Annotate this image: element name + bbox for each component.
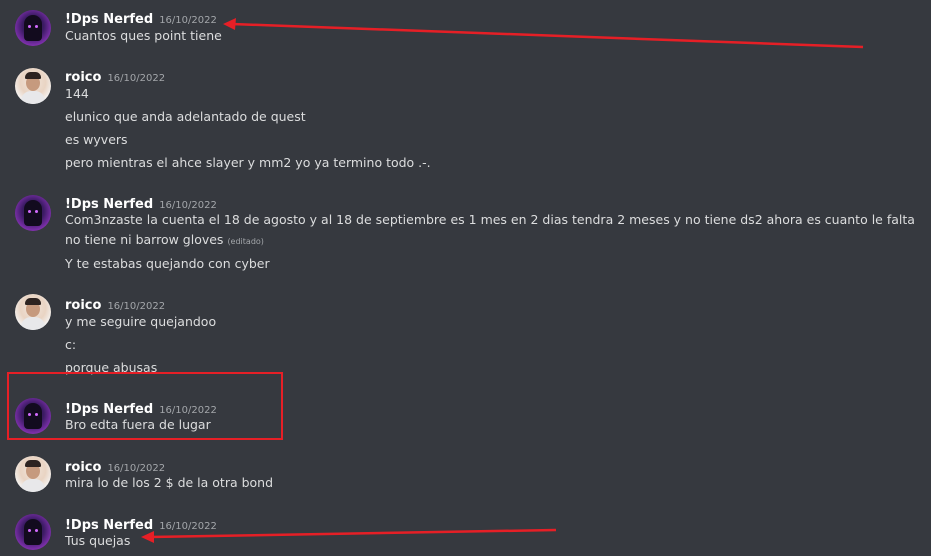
annotation-arrows [141,18,864,543]
annotation-arrow-top [223,18,864,49]
annotation-arrow-bottom [141,528,557,543]
